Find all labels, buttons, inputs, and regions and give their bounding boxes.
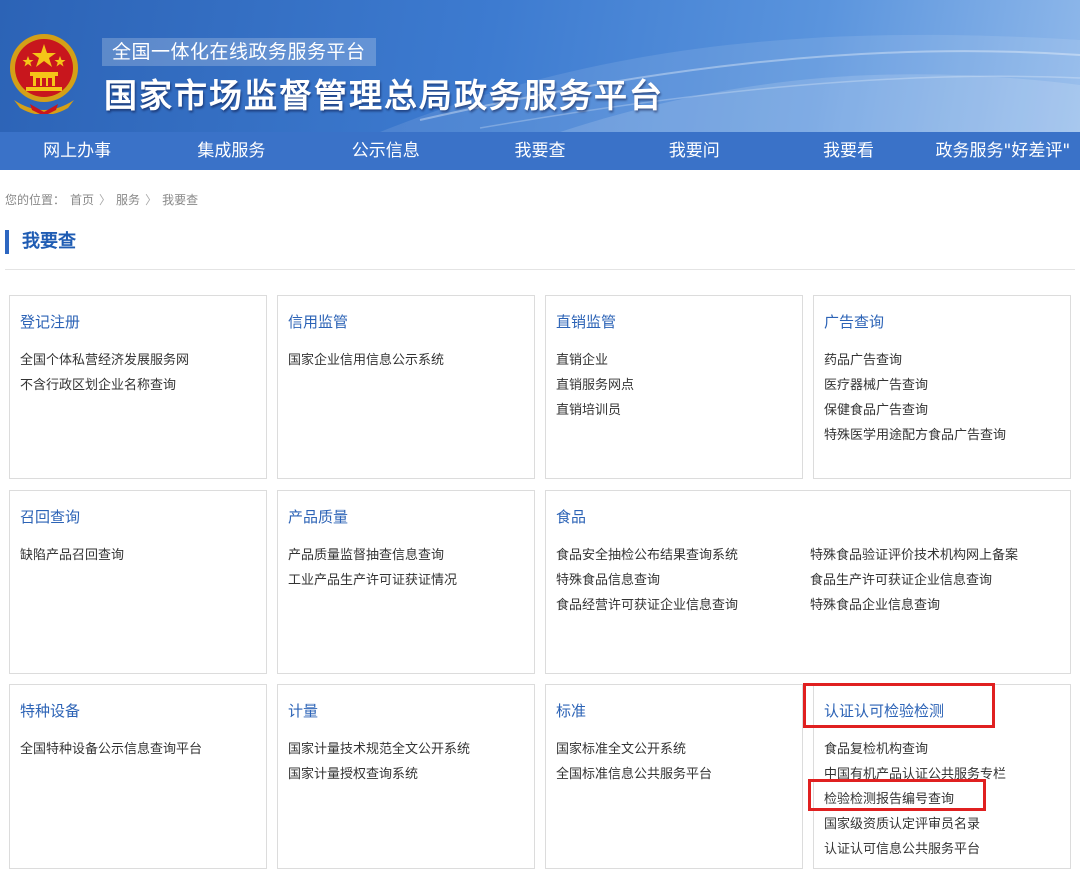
section-divider [5, 269, 1075, 270]
card-link[interactable]: 国家计量技术规范全文公开系统 [288, 737, 470, 762]
card-direct-sales: 直销监管 直销企业 直销服务网点 直销培训员 [545, 295, 803, 479]
card-link[interactable]: 直销服务网点 [556, 373, 634, 398]
card-link[interactable]: 国家标准全文公开系统 [556, 737, 712, 762]
card-special-equipment: 特种设备 全国特种设备公示信息查询平台 [9, 684, 267, 869]
card-title[interactable]: 广告查询 [824, 311, 884, 333]
breadcrumb-services[interactable]: 服务 [116, 191, 140, 209]
card-food: 食品 食品安全抽检公布结果查询系统 特殊食品信息查询 食品经营许可获证企业信息查… [545, 490, 1071, 674]
card-link[interactable]: 特殊医学用途配方食品广告查询 [824, 423, 1006, 448]
card-link[interactable]: 直销企业 [556, 348, 634, 373]
card-link[interactable]: 食品安全抽检公布结果查询系统 [556, 543, 738, 568]
national-emblem-icon [10, 34, 78, 114]
card-credit-supervision: 信用监管 国家企业信用信息公示系统 [277, 295, 535, 479]
breadcrumb-separator: 〉 [145, 193, 158, 207]
breadcrumb: 您的位置： 首页 〉 服务 〉 我要查 [5, 191, 198, 209]
card-link[interactable]: 检验检测报告编号查询 [824, 787, 1006, 812]
card-title[interactable]: 特种设备 [20, 700, 80, 722]
card-title[interactable]: 召回查询 [20, 506, 80, 528]
main-nav: 网上办事 集成服务 公示信息 我要查 我要问 我要看 政务服务"好差评" [0, 132, 1080, 170]
card-link[interactable]: 保健食品广告查询 [824, 398, 1006, 423]
header-banner: 全国一体化在线政务服务平台 国家市场监督管理总局政务服务平台 [0, 0, 1080, 132]
nav-item-online-services[interactable]: 网上办事 [0, 132, 154, 170]
nav-item-public-info[interactable]: 公示信息 [309, 132, 463, 170]
breadcrumb-current: 我要查 [162, 193, 199, 207]
card-link[interactable]: 国家级资质认定评审员名录 [824, 812, 1006, 837]
card-link[interactable]: 食品复检机构查询 [824, 737, 1006, 762]
nav-item-integrated-services[interactable]: 集成服务 [154, 132, 308, 170]
card-link[interactable]: 国家计量授权查询系统 [288, 762, 470, 787]
platform-title: 国家市场监督管理总局政务服务平台 [104, 76, 664, 115]
card-link[interactable]: 全国特种设备公示信息查询平台 [20, 737, 202, 762]
card-title[interactable]: 产品质量 [288, 506, 348, 528]
card-title[interactable]: 食品 [556, 506, 586, 528]
breadcrumb-home[interactable]: 首页 [70, 191, 94, 209]
card-title[interactable]: 登记注册 [20, 311, 80, 333]
card-link[interactable]: 特殊食品企业信息查询 [810, 593, 1018, 618]
card-link[interactable]: 医疗器械广告查询 [824, 373, 1006, 398]
card-link[interactable]: 直销培训员 [556, 398, 634, 423]
card-title[interactable]: 直销监管 [556, 311, 616, 333]
card-product-quality: 产品质量 产品质量监督抽查信息查询 工业产品生产许可证获证情况 [277, 490, 535, 674]
card-link[interactable]: 认证认可信息公共服务平台 [824, 837, 1006, 862]
nav-item-view[interactable]: 我要看 [771, 132, 925, 170]
card-link[interactable]: 全国个体私营经济发展服务网 [20, 348, 189, 373]
card-link[interactable]: 中国有机产品认证公共服务专栏 [824, 762, 1006, 787]
nav-item-search[interactable]: 我要查 [463, 132, 617, 170]
nav-item-ask[interactable]: 我要问 [617, 132, 771, 170]
nav-item-feedback[interactable]: 政务服务"好差评" [926, 132, 1080, 170]
card-link[interactable]: 产品质量监督抽查信息查询 [288, 543, 457, 568]
card-link[interactable]: 药品广告查询 [824, 348, 1006, 373]
card-title[interactable]: 计量 [288, 700, 318, 722]
card-recall: 召回查询 缺陷产品召回查询 [9, 490, 267, 674]
card-advertising: 广告查询 药品广告查询 医疗器械广告查询 保健食品广告查询 特殊医学用途配方食品… [813, 295, 1071, 479]
card-link[interactable]: 食品经营许可获证企业信息查询 [556, 593, 738, 618]
card-title[interactable]: 信用监管 [288, 311, 348, 333]
card-link[interactable]: 食品生产许可获证企业信息查询 [810, 568, 1018, 593]
card-link[interactable]: 国家企业信用信息公示系统 [288, 348, 444, 373]
card-certification-testing: 认证认可检验检测 食品复检机构查询 中国有机产品认证公共服务专栏 检验检测报告编… [813, 684, 1071, 869]
card-link[interactable]: 特殊食品信息查询 [556, 568, 738, 593]
card-metrology: 计量 国家计量技术规范全文公开系统 国家计量授权查询系统 [277, 684, 535, 869]
card-link[interactable]: 工业产品生产许可证获证情况 [288, 568, 457, 593]
card-link[interactable]: 不含行政区划企业名称查询 [20, 373, 189, 398]
card-standards: 标准 国家标准全文公开系统 全国标准信息公共服务平台 [545, 684, 803, 869]
page-title: 我要查 [5, 230, 76, 254]
card-title[interactable]: 认证认可检验检测 [824, 700, 944, 722]
breadcrumb-separator: 〉 [99, 193, 112, 207]
card-link[interactable]: 缺陷产品召回查询 [20, 543, 124, 568]
card-title[interactable]: 标准 [556, 700, 586, 722]
card-registration: 登记注册 全国个体私营经济发展服务网 不含行政区划企业名称查询 [9, 295, 267, 479]
breadcrumb-prefix: 您的位置： [5, 193, 66, 207]
card-link[interactable]: 特殊食品验证评价技术机构网上备案 [810, 543, 1018, 568]
card-link[interactable]: 全国标准信息公共服务平台 [556, 762, 712, 787]
platform-subtitle: 全国一体化在线政务服务平台 [102, 38, 376, 66]
